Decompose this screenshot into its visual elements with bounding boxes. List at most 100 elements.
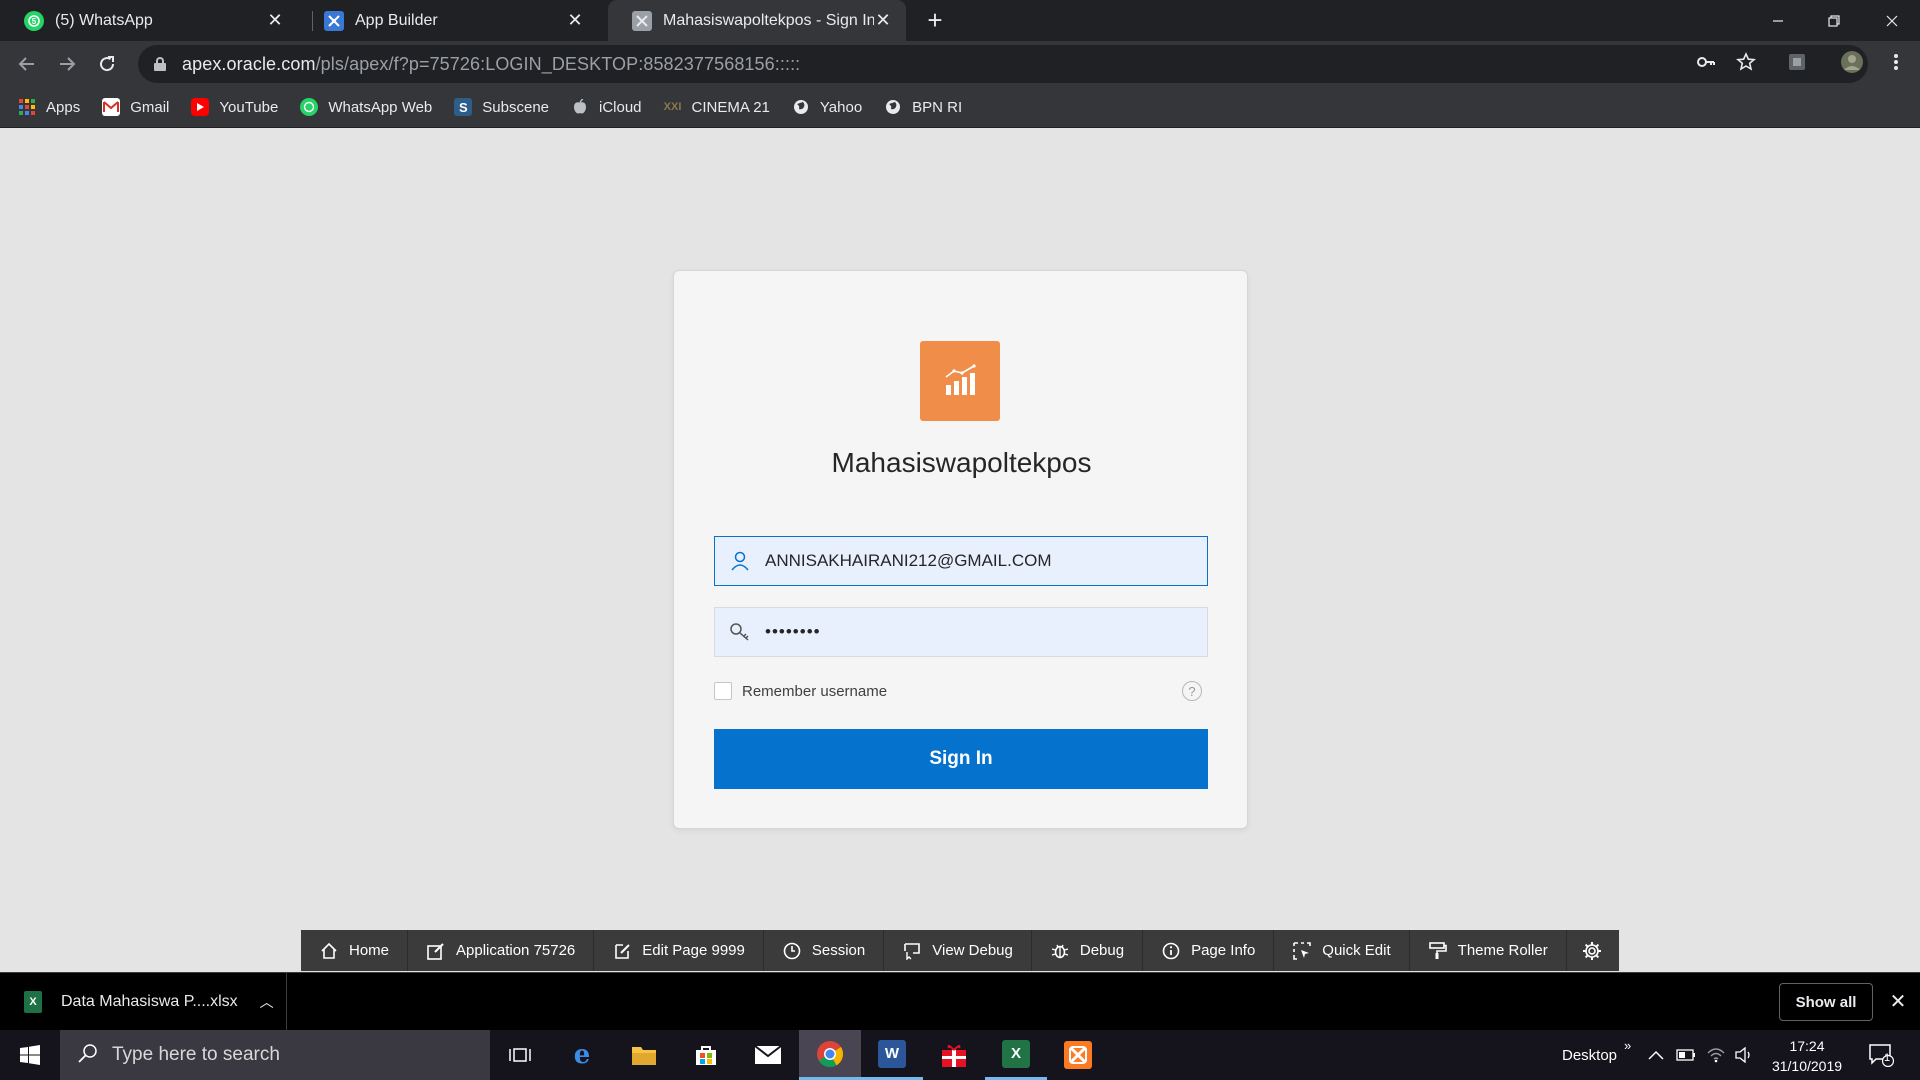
taskbar-chrome[interactable] — [799, 1030, 861, 1080]
desktop-toolbar[interactable]: Desktop — [1562, 1030, 1617, 1080]
windows-taskbar: Type here to search e W X Desktop » 17:2… — [0, 1030, 1920, 1080]
taskbar-file-explorer[interactable] — [613, 1030, 675, 1080]
developer-toolbar: Home Application 75726 Edit Page 9999 Se… — [301, 930, 1619, 971]
battery-icon[interactable] — [1676, 1030, 1696, 1080]
username-field[interactable] — [714, 536, 1208, 586]
chrome-icon — [816, 1040, 844, 1068]
close-icon[interactable]: ✕ — [1886, 989, 1910, 1013]
menu-kebab-icon[interactable] — [1884, 50, 1908, 74]
bookmark-gmail[interactable]: Gmail — [102, 98, 169, 116]
taskbar-store[interactable] — [675, 1030, 737, 1080]
tab-whatsapp[interactable]: 5 (5) WhatsApp ✕ — [0, 0, 298, 41]
dev-page-info-button[interactable]: Page Info — [1143, 930, 1275, 971]
dev-view-debug-button[interactable]: View Debug — [884, 930, 1032, 971]
remember-checkbox[interactable] — [714, 682, 732, 700]
username-input[interactable] — [765, 551, 1185, 571]
bookmark-cinema21[interactable]: XXI CINEMA 21 — [664, 98, 770, 116]
excel-file-icon: X — [24, 991, 42, 1013]
remember-username[interactable]: Remember username — [714, 682, 887, 700]
password-field[interactable] — [714, 607, 1208, 657]
close-window-button[interactable] — [1864, 0, 1920, 41]
bookmark-label: WhatsApp Web — [328, 98, 433, 116]
youtube-icon — [191, 98, 210, 116]
bookmark-icloud[interactable]: iCloud — [571, 98, 642, 116]
bookmark-bpn-ri[interactable]: BPN RI — [884, 98, 962, 116]
chevron-up-icon[interactable] — [1648, 1030, 1664, 1080]
taskbar-search[interactable]: Type here to search — [60, 1030, 490, 1080]
bookmark-youtube[interactable]: YouTube — [191, 98, 278, 116]
taskbar-mail[interactable] — [737, 1030, 799, 1080]
key-icon[interactable] — [1694, 50, 1718, 74]
chevron-up-icon[interactable]: ︿ — [260, 992, 274, 1012]
profile-avatar[interactable] — [1840, 50, 1864, 74]
dev-label: Page Info — [1191, 942, 1256, 959]
bookmarks-bar: Apps Gmail YouTube WhatsApp Web S Subsce… — [0, 87, 1920, 128]
taskbar-word[interactable]: W — [861, 1030, 923, 1080]
dev-session-button[interactable]: Session — [764, 930, 885, 971]
system-clock[interactable]: 17:24 31/10/2019 — [1762, 1036, 1852, 1076]
dev-debug-button[interactable]: Debug — [1032, 930, 1144, 971]
apple-icon — [571, 98, 589, 116]
dev-home-button[interactable]: Home — [301, 930, 409, 971]
bookmark-subscene[interactable]: S Subscene — [454, 98, 549, 116]
tab-app-builder[interactable]: App Builder ✕ — [300, 0, 598, 41]
show-all-button[interactable]: Show all — [1779, 983, 1873, 1021]
browser-tab-strip: 5 (5) WhatsApp ✕ App Builder ✕ Mahasiswa… — [0, 0, 1920, 41]
bookmark-label: Gmail — [130, 98, 170, 116]
apex-icon — [632, 10, 652, 31]
dev-label: Home — [349, 942, 390, 959]
bookmark-apps[interactable]: Apps — [18, 98, 80, 116]
back-button[interactable] — [12, 49, 42, 79]
dev-theme-roller-button[interactable]: Theme Roller — [1410, 930, 1567, 971]
taskbar-gift-app[interactable] — [923, 1030, 985, 1080]
dev-settings-button[interactable] — [1567, 930, 1617, 971]
download-shelf: X Data Mahasiswa P....xlsx ︿ Show all ✕ — [0, 972, 1920, 1031]
forward-button[interactable] — [52, 49, 82, 79]
task-view-button[interactable] — [489, 1030, 551, 1080]
dev-quick-edit-button[interactable]: Quick Edit — [1274, 930, 1410, 971]
restore-button[interactable] — [1806, 0, 1862, 41]
mail-icon — [754, 1041, 782, 1069]
clock-time: 17:24 — [1789, 1038, 1825, 1054]
download-file-name: Data Mahasiswa P....xlsx — [61, 993, 238, 1010]
bookmark-yahoo[interactable]: Yahoo — [792, 98, 862, 116]
clock-icon — [782, 941, 802, 961]
bookmark-whatsapp-web[interactable]: WhatsApp Web — [300, 98, 432, 116]
bookmark-star-icon[interactable] — [1734, 50, 1758, 74]
tab-sign-in[interactable]: Mahasiswapoltekpos - Sign In ✕ — [608, 0, 906, 41]
extension-icon[interactable] — [1785, 50, 1809, 74]
chevron-double-right-icon[interactable]: » — [1624, 1020, 1631, 1070]
dev-application-button[interactable]: Application 75726 — [408, 930, 595, 971]
help-icon[interactable]: ? — [1182, 681, 1202, 701]
app-logo-chart-icon — [920, 341, 1000, 421]
new-tab-button[interactable]: + — [920, 5, 950, 35]
sign-in-button[interactable]: Sign In — [714, 729, 1208, 789]
close-icon[interactable]: ✕ — [266, 10, 284, 30]
taskbar-excel[interactable]: X — [985, 1030, 1047, 1080]
key-icon — [715, 608, 765, 656]
dev-edit-page-button[interactable]: Edit Page 9999 — [594, 930, 764, 971]
dev-label: Theme Roller — [1457, 942, 1548, 959]
close-icon[interactable]: ✕ — [874, 10, 892, 30]
app-title: Mahasiswapoltekpos — [831, 447, 1092, 478]
subscene-icon: S — [454, 98, 473, 116]
action-center-button[interactable]: 1 — [1868, 1030, 1894, 1080]
globe-icon — [884, 98, 902, 116]
wifi-icon[interactable] — [1706, 1030, 1726, 1080]
volume-icon[interactable] — [1734, 1030, 1754, 1080]
password-input[interactable] — [765, 622, 1185, 642]
remember-label: Remember username — [742, 682, 888, 700]
download-item[interactable]: X Data Mahasiswa P....xlsx ︿ — [0, 973, 287, 1031]
taskbar-edge[interactable]: e — [551, 1030, 613, 1080]
windows-logo-icon — [20, 1045, 40, 1065]
folder-icon — [630, 1041, 658, 1069]
taskbar-xampp[interactable] — [1047, 1030, 1109, 1080]
address-bar[interactable]: apex.oracle.com/pls/apex/f?p=75726:LOGIN… — [138, 45, 1868, 83]
close-icon[interactable]: ✕ — [566, 10, 584, 30]
start-button[interactable] — [0, 1030, 60, 1080]
lock-icon — [154, 57, 166, 71]
edit-page-icon — [612, 941, 632, 961]
minimize-button[interactable] — [1750, 0, 1806, 41]
dev-label: Edit Page 9999 — [642, 942, 745, 959]
reload-button[interactable] — [92, 49, 122, 79]
